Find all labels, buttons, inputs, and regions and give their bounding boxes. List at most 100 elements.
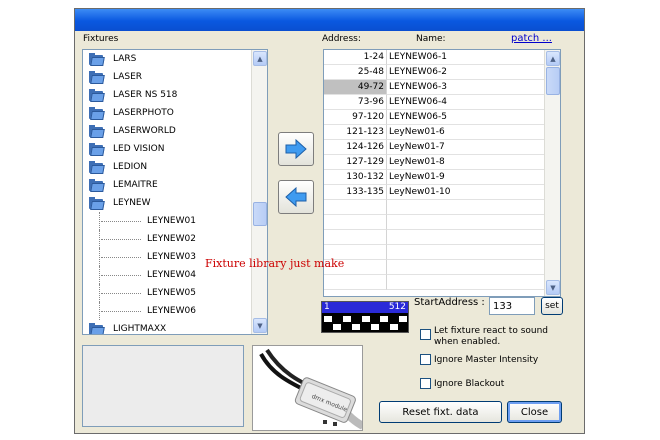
- reset-fixture-data-button[interactable]: Reset fixt. data: [379, 401, 502, 423]
- tree-folder-item[interactable]: LIGHTMAXX: [83, 320, 251, 334]
- scroll-up-button[interactable]: ▲: [546, 51, 560, 66]
- patch-link[interactable]: patch ...: [511, 33, 552, 44]
- tree-item-label: LEYNEW01: [147, 216, 196, 226]
- set-button[interactable]: set: [541, 297, 563, 315]
- name-cell: LEYNEW06-4: [387, 95, 546, 110]
- patch-row[interactable]: 49-72 LEYNEW06-3: [324, 80, 546, 95]
- patch-row[interactable]: [324, 230, 546, 245]
- folder-icon: [89, 196, 105, 210]
- ignore-master-label: Ignore Master Intensity: [434, 355, 539, 365]
- tree-connector: [99, 248, 100, 266]
- tree-folder-item[interactable]: LARS: [83, 50, 251, 68]
- remove-fixture-button[interactable]: [278, 180, 314, 214]
- dip-switch: [371, 324, 379, 330]
- tree-folder-item[interactable]: LASERPHOTO: [83, 104, 251, 122]
- fixture-tree-scrollbar[interactable]: ▲ ▼: [251, 50, 267, 334]
- tree-folder-item[interactable]: LASER NS 518: [83, 86, 251, 104]
- patch-row[interactable]: 127-129 LeyNew01-8: [324, 155, 546, 170]
- patch-row[interactable]: [324, 200, 546, 215]
- dip-high-label: 512: [388, 302, 406, 312]
- address-cell: 133-135: [324, 185, 387, 200]
- patch-row[interactable]: [324, 215, 546, 230]
- tree-item-label: LED VISION: [113, 144, 165, 154]
- dip-switch: [389, 324, 398, 330]
- patch-list[interactable]: 1-24 LEYNEW06-1 25-48 LEYNEW06-2 49-72 LEYNEW…: [323, 49, 561, 297]
- preview-panel: [82, 345, 244, 427]
- name-column-label: Name:: [416, 34, 446, 44]
- tree-connector: [101, 257, 141, 258]
- tree-folder-item[interactable]: LEMAITRE: [83, 176, 251, 194]
- tree-child-item[interactable]: LEYNEW06: [83, 302, 251, 320]
- tree-folder-item[interactable]: LASER: [83, 68, 251, 86]
- ignore-blackout-checkbox[interactable]: [420, 378, 431, 389]
- close-button[interactable]: Close: [507, 401, 562, 423]
- folder-icon: [89, 142, 105, 156]
- address-cell: [324, 200, 387, 215]
- patch-row[interactable]: 133-135 LeyNew01-10: [324, 185, 546, 200]
- address-cell: 73-96: [324, 95, 387, 110]
- tree-item-label: LEMAITRE: [113, 180, 158, 190]
- dip-switch-display: 1 512: [321, 301, 409, 333]
- tree-folder-item[interactable]: LED VISION: [83, 140, 251, 158]
- address-cell: [324, 215, 387, 230]
- name-cell: LeyNew01-10: [387, 185, 546, 200]
- dip-switch: [352, 324, 361, 330]
- scroll-thumb[interactable]: [546, 67, 560, 95]
- tree-child-item[interactable]: LEYNEW01: [83, 212, 251, 230]
- address-cell: 1-24: [324, 50, 387, 65]
- dip-header: 1 512: [322, 302, 408, 313]
- patch-row[interactable]: [324, 245, 546, 260]
- patch-row[interactable]: [324, 260, 546, 275]
- address-column-label: Address:: [322, 34, 361, 44]
- name-cell: [387, 200, 546, 215]
- patch-row[interactable]: 130-132 LeyNew01-9: [324, 170, 546, 185]
- start-address-input[interactable]: [489, 297, 535, 315]
- patch-row[interactable]: 121-123 LeyNew01-6: [324, 125, 546, 140]
- ignore-blackout-label: Ignore Blackout: [434, 379, 505, 389]
- tree-item-label: LASER NS 518: [113, 90, 178, 100]
- tree-item-label: LIGHTMAXX: [113, 324, 167, 334]
- tree-folder-item[interactable]: LASERWORLD: [83, 122, 251, 140]
- tree-connector: [99, 212, 100, 230]
- tree-connector: [99, 230, 100, 248]
- add-fixture-button[interactable]: [278, 132, 314, 166]
- name-cell: [387, 245, 546, 260]
- tree-item-label: LARS: [113, 54, 137, 64]
- scroll-thumb[interactable]: [253, 202, 267, 226]
- dip-low-label: 1: [324, 302, 330, 312]
- tree-folder-item[interactable]: LEYNEW: [83, 194, 251, 212]
- tree-item-label: LEYNEW05: [147, 288, 196, 298]
- scroll-up-button[interactable]: ▲: [253, 51, 267, 66]
- scroll-down-button[interactable]: ▼: [253, 318, 267, 333]
- patch-list-scrollbar[interactable]: ▲ ▼: [544, 50, 560, 296]
- tree-connector: [101, 275, 141, 276]
- fixture-tree[interactable]: LARS LASER LASER NS 518 LASERPHOTO LASERWORL…: [82, 49, 268, 335]
- name-cell: [387, 275, 546, 290]
- patch-row[interactable]: 73-96 LEYNEW06-4: [324, 95, 546, 110]
- folder-icon: [89, 322, 105, 334]
- tree-connector: [99, 284, 100, 302]
- address-cell: 97-120: [324, 110, 387, 125]
- tree-item-label: LASERPHOTO: [113, 108, 174, 118]
- name-cell: LEYNEW06-1: [387, 50, 546, 65]
- address-cell: 127-129: [324, 155, 387, 170]
- address-cell: 25-48: [324, 65, 387, 80]
- tree-item-label: LASER: [113, 72, 143, 82]
- patch-row[interactable]: 25-48 LEYNEW06-2: [324, 65, 546, 80]
- tree-folder-item[interactable]: LEDION: [83, 158, 251, 176]
- sound-checkbox[interactable]: [420, 329, 431, 340]
- tree-child-item[interactable]: LEYNEW02: [83, 230, 251, 248]
- patch-row[interactable]: 97-120 LEYNEW06-5: [324, 110, 546, 125]
- arrow-left-icon: [285, 187, 307, 207]
- fixture-patch-dialog: Fixtures Address: Name: patch ... LARS LA…: [74, 8, 585, 434]
- title-bar[interactable]: [75, 9, 584, 31]
- name-cell: LEYNEW06-5: [387, 110, 546, 125]
- patch-row[interactable]: [324, 275, 546, 290]
- patch-row[interactable]: 1-24 LEYNEW06-1: [324, 50, 546, 65]
- patch-row[interactable]: 124-126 LeyNew01-7: [324, 140, 546, 155]
- name-cell: LEYNEW06-3: [387, 80, 546, 95]
- tree-child-item[interactable]: LEYNEW05: [83, 284, 251, 302]
- dip-switch: [342, 316, 351, 322]
- scroll-down-button[interactable]: ▼: [546, 280, 560, 295]
- ignore-master-checkbox[interactable]: [420, 354, 431, 365]
